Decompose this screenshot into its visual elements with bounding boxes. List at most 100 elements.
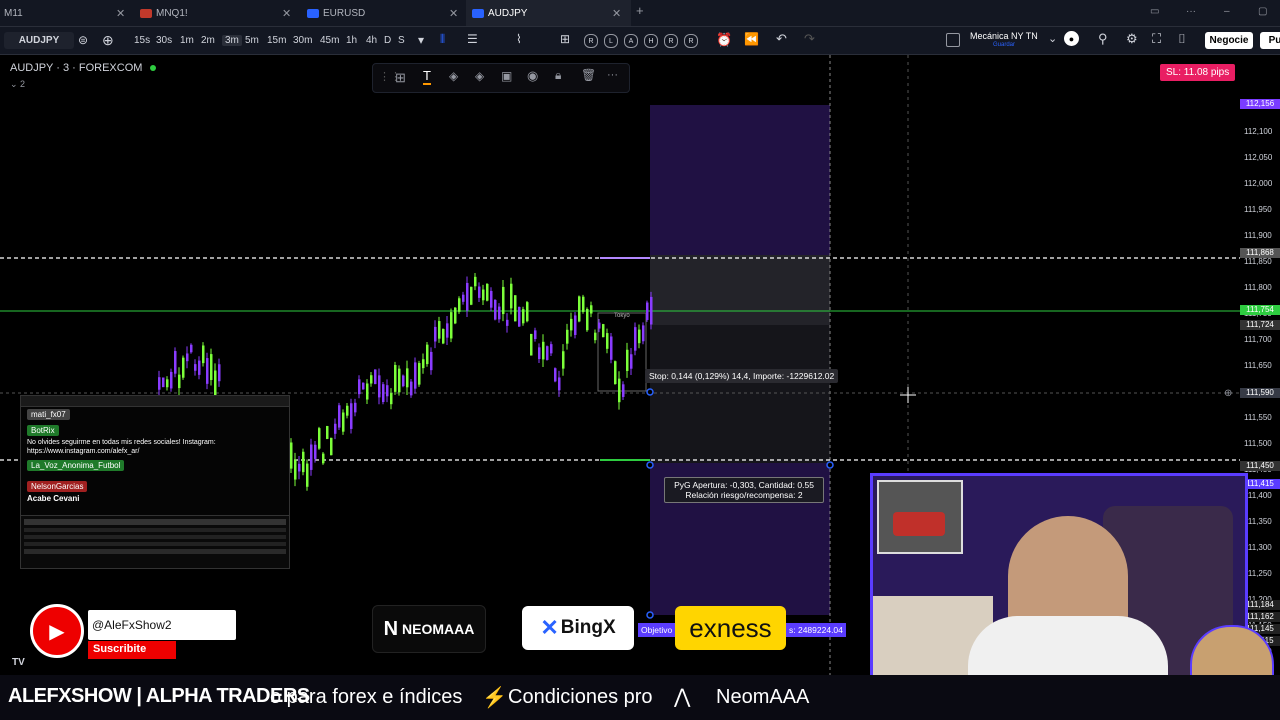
quick-button-r[interactable]: R <box>664 34 678 48</box>
line-color-icon[interactable]: ◈ <box>475 69 484 83</box>
text-color-icon[interactable]: T <box>423 68 431 85</box>
fullscreen-icon[interactable]: ⛶ <box>1152 31 1161 47</box>
quick-button-h[interactable]: H <box>644 34 658 48</box>
stop-handle[interactable] <box>646 388 654 396</box>
search-icon[interactable]: ⚲ <box>1098 31 1108 47</box>
template-icon[interactable]: ⊞ <box>395 70 406 86</box>
target-zone-upper[interactable] <box>650 105 830 255</box>
tab-m11[interactable]: M11 ✕ <box>0 0 130 26</box>
candle-body <box>350 403 353 429</box>
sponsor-label: exness <box>689 612 772 643</box>
publish-button[interactable]: Pu <box>1260 32 1280 49</box>
ticker-brand: ALEFXSHOW | ALPHA TRADERS <box>8 685 310 707</box>
stop-zone[interactable] <box>650 325 830 463</box>
tab-mnq1[interactable]: MNQ1! ✕ <box>132 0 297 26</box>
redo-icon[interactable]: ↷ <box>804 31 815 47</box>
interval-3m[interactable]: 3m <box>222 35 242 46</box>
templates-icon[interactable]: ⊞ <box>560 32 570 46</box>
chat-bot: BotRix <box>27 425 59 436</box>
camera-icon[interactable]: ⌷ <box>1178 31 1186 47</box>
close-icon[interactable]: ✕ <box>449 7 458 20</box>
interval-30s[interactable]: 30s <box>156 35 172 46</box>
quick-button-l[interactable]: L <box>604 34 618 48</box>
target-handle[interactable] <box>646 611 654 619</box>
tab-audjpy[interactable]: AUDJPY ✕ <box>466 0 631 26</box>
compare-icon[interactable]: ⊜ <box>78 33 88 47</box>
interval-30m[interactable]: 30m <box>293 35 312 46</box>
trash-icon[interactable]: 🗑︎ <box>581 68 596 82</box>
interval-4h[interactable]: 4h <box>366 35 377 46</box>
new-tab-icon[interactable]: + <box>636 3 644 18</box>
lock-icon[interactable]: 🔒︎ <box>555 68 561 83</box>
fill-icon[interactable]: ◈ <box>449 69 458 83</box>
candle-body <box>598 322 601 329</box>
interval-5m[interactable]: 5m <box>245 35 259 46</box>
candle-body <box>486 283 489 301</box>
candle-body <box>298 463 301 472</box>
interval-1h[interactable]: 1h <box>346 35 357 46</box>
layout-icon[interactable] <box>946 33 960 47</box>
add-symbol-icon[interactable]: ⊕ <box>102 32 114 49</box>
neomaaa-logo-icon: N <box>383 617 399 640</box>
layout-name[interactable]: Mecánica NY TN <box>970 31 1038 41</box>
interval-2m[interactable]: 2m <box>201 35 215 46</box>
interval-15m[interactable]: 15m <box>267 35 286 46</box>
alert-icon[interactable]: ⏰ <box>716 32 732 48</box>
tab-label: AUDJPY <box>488 7 528 19</box>
width-handle[interactable] <box>826 461 834 469</box>
candle-body <box>354 402 357 413</box>
candle-body <box>382 384 385 403</box>
chat-user: Acabe Cevani <box>27 494 80 503</box>
candle-body <box>478 286 481 298</box>
candle-body <box>622 384 625 397</box>
minimize-icon[interactable]: – <box>1224 6 1230 17</box>
chart-type-icon[interactable]: ☰ <box>467 32 478 46</box>
replay-icon[interactable]: ⏪ <box>744 32 759 46</box>
symbol-search-button[interactable]: AUDJPY <box>4 32 74 49</box>
more-icon[interactable]: ··· <box>607 69 618 81</box>
chat-area: mati_fx07 BotRix No olvides seguirme en … <box>21 407 289 505</box>
candle-body <box>314 444 317 459</box>
interval-15s[interactable]: 15s <box>134 35 150 46</box>
stop-info-label: Stop: 0,144 (0,129%) 14,4, Importe: -122… <box>645 369 839 383</box>
quick-button-r[interactable]: R <box>684 34 698 48</box>
candle-body <box>174 351 177 374</box>
interval-45m[interactable]: 45m <box>320 35 339 46</box>
monitor-icon[interactable]: ▭ <box>1150 6 1159 17</box>
add-alert-icon[interactable]: ⊕ <box>1224 388 1232 399</box>
candle-body <box>502 286 505 315</box>
settings-icon[interactable]: ▣ <box>501 69 512 83</box>
trade-button[interactable]: Negocie <box>1205 32 1253 49</box>
maximize-icon[interactable]: ▢ <box>1258 6 1267 17</box>
close-icon[interactable]: ✕ <box>282 7 291 20</box>
interval-D[interactable]: D <box>384 35 391 46</box>
entry-handle[interactable] <box>646 461 654 469</box>
layout-save-label[interactable]: Guardar <box>993 42 1015 48</box>
sponsor-bingx: ✕ BingX <box>522 606 634 650</box>
interval-1m[interactable]: 1m <box>180 35 194 46</box>
candle-body <box>494 299 497 320</box>
candle-body <box>186 353 189 362</box>
layout-dropdown-icon[interactable]: ⌄ <box>1048 32 1057 45</box>
close-icon[interactable]: ✕ <box>612 7 621 20</box>
candle-body <box>402 375 405 387</box>
indicators-icon[interactable]: ⌇ <box>516 32 522 46</box>
undo-icon[interactable]: ↶ <box>776 31 787 47</box>
neomaaa-icon: ⋀ <box>674 686 691 708</box>
chart-legend[interactable]: AUDJPY · 3 · FOREXCOM <box>10 62 156 74</box>
interval-dropdown-icon[interactable]: ▾ <box>418 33 424 47</box>
settings-icon[interactable]: ⚙ <box>1126 31 1138 47</box>
quick-button-r[interactable]: R <box>584 34 598 48</box>
price-tick: 111,350 <box>1244 517 1272 526</box>
interval-S[interactable]: S <box>398 35 405 46</box>
avatar-icon[interactable]: ● <box>1064 31 1079 46</box>
quick-button-a[interactable]: A <box>624 34 638 48</box>
candle-body <box>482 289 485 301</box>
close-icon[interactable]: ✕ <box>116 7 125 20</box>
entry-zone[interactable] <box>650 255 830 325</box>
legend-indicators-toggle[interactable]: ⌄ 2 <box>10 79 25 90</box>
bars-style-icon[interactable]: ⫴ <box>440 32 445 47</box>
tab-eurusd[interactable]: EURUSD ✕ <box>299 0 464 26</box>
visibility-icon[interactable]: ◉ <box>527 68 538 84</box>
more-icon[interactable]: ··· <box>1186 6 1196 17</box>
